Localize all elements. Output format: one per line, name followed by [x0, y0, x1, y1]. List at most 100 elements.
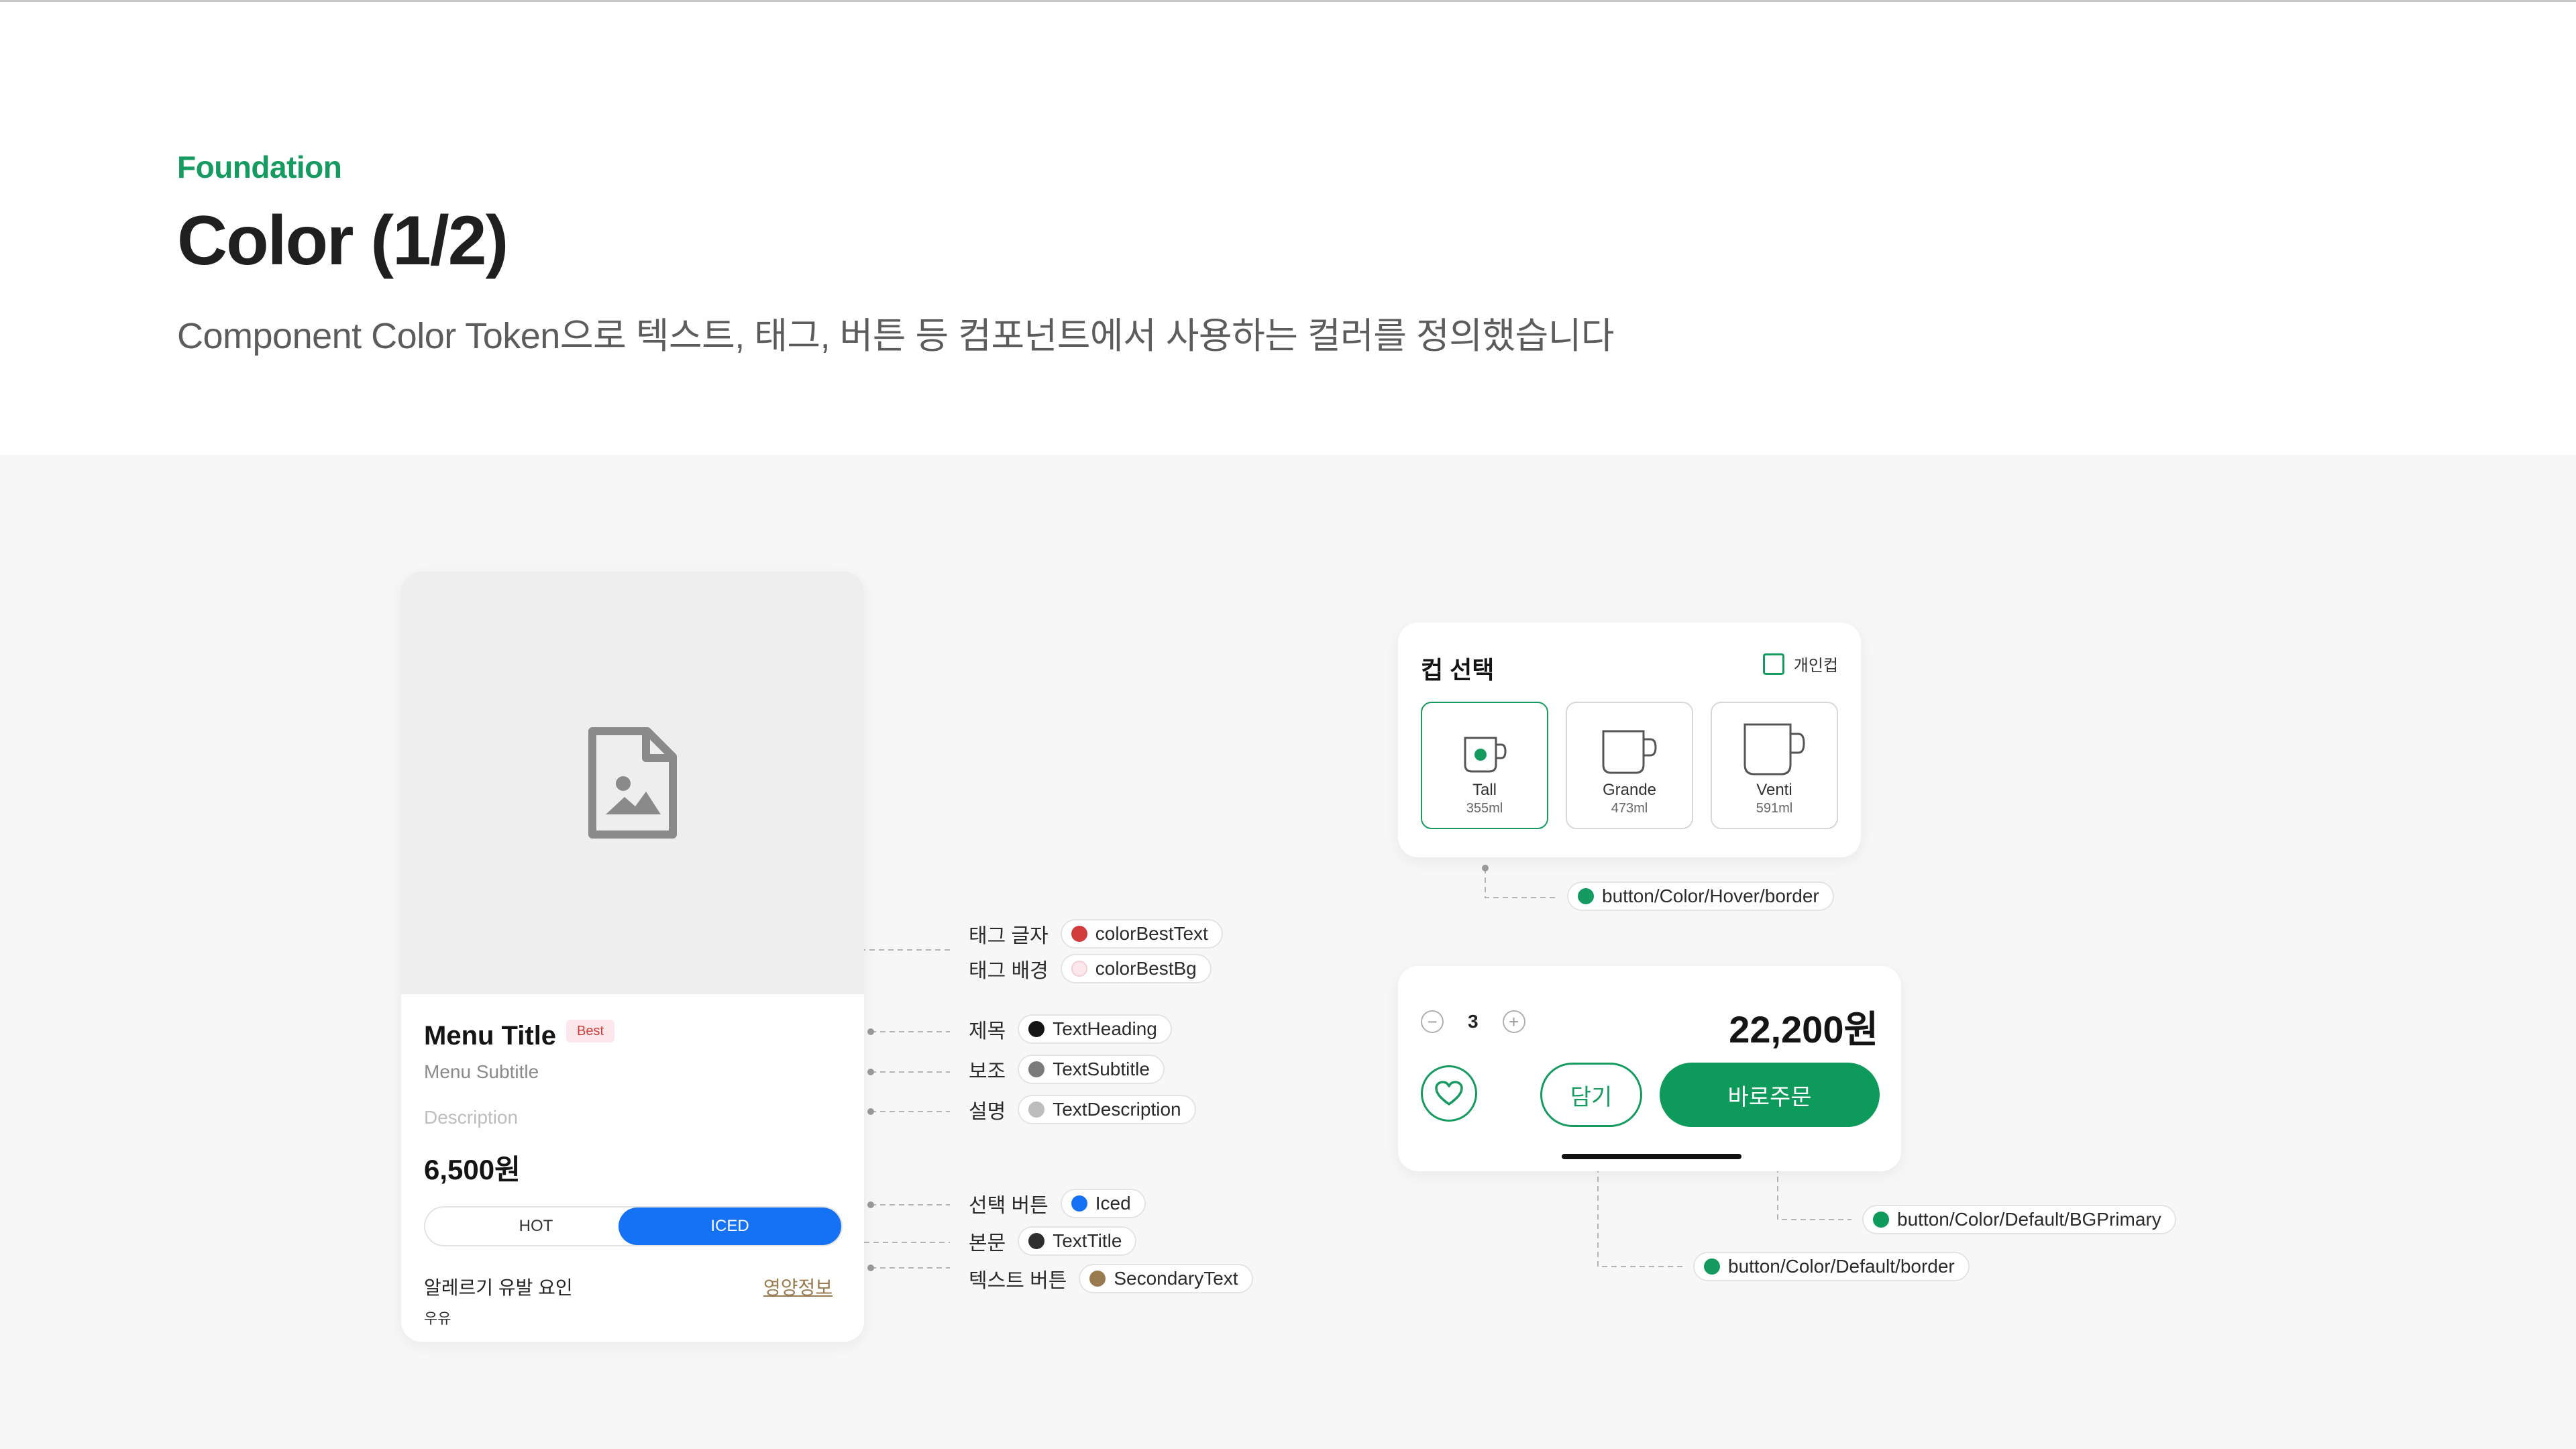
- design-spec-page: Foundation Color (1/2) Component Color T…: [0, 0, 2576, 1449]
- personal-cup-label: 개인컵: [1793, 657, 1838, 675]
- annotation-label: 본문: [969, 1232, 1006, 1254]
- nutrition-link[interactable]: 영양정보: [763, 1273, 833, 1300]
- color-swatch: [1028, 1233, 1045, 1249]
- color-swatch: [1071, 1195, 1087, 1212]
- menu-price: 6,500원: [424, 1154, 521, 1185]
- minus-icon[interactable]: −: [1421, 1010, 1444, 1033]
- page-title: Color (1/2): [177, 202, 508, 280]
- token-pill: colorBestBg: [1060, 954, 1212, 983]
- token-pill: colorBestText: [1060, 919, 1223, 949]
- page-subtitle: Component Color Token으로 텍스트, 태그, 버튼 등 컴포…: [177, 316, 1615, 356]
- token-name: TextDescription: [1053, 1099, 1181, 1120]
- personal-cup-option[interactable]: 개인컵: [1762, 652, 1838, 676]
- cup-icon: [1743, 723, 1805, 775]
- token-name: TextHeading: [1053, 1018, 1157, 1039]
- home-indicator: [1562, 1154, 1741, 1159]
- token-pill: button/Color/Hover/border: [1567, 881, 1834, 911]
- menu-subtitle: Menu Subtitle: [424, 1061, 539, 1082]
- heart-icon: [1435, 1081, 1463, 1106]
- allergy-value: 우유: [424, 1310, 451, 1327]
- annotation-text-button: 텍스트 버튼 SecondaryText: [969, 1263, 1253, 1295]
- annotation-label: 태그 글자: [969, 925, 1049, 947]
- color-swatch: [1089, 1271, 1106, 1287]
- cup-option-tall[interactable]: Tall 355ml: [1421, 702, 1548, 829]
- cup-option-venti[interactable]: Venti 591ml: [1711, 702, 1838, 829]
- annotation-body: 본문 TextTitle: [969, 1225, 1137, 1257]
- menu-card[interactable]: Menu Title Best Menu Subtitle Descriptio…: [401, 572, 864, 1342]
- temperature-toggle[interactable]: HOT ICED: [424, 1206, 843, 1246]
- token-name: TextSubtitle: [1053, 1059, 1150, 1079]
- annotation-label: 보조: [969, 1061, 1006, 1083]
- token-pill: Iced: [1060, 1189, 1146, 1218]
- annotation-label: 태그 배경: [969, 960, 1049, 982]
- token-pill: TextSubtitle: [1018, 1055, 1165, 1084]
- order-price: 22,200원: [1729, 1008, 1878, 1051]
- annotation-tag-text: 태그 글자 colorBestText: [969, 918, 1223, 950]
- cup-name: Venti: [1756, 781, 1792, 799]
- color-swatch: [1071, 961, 1087, 977]
- top-divider: [0, 0, 2576, 2]
- personal-cup-checkbox[interactable]: [1762, 653, 1784, 675]
- cup-volume: 473ml: [1611, 801, 1648, 816]
- menu-image-placeholder: [401, 572, 864, 994]
- order-card: − 3 + 22,200원 담기 바로주문: [1398, 966, 1901, 1171]
- token-name: colorBestText: [1095, 923, 1208, 944]
- spec-canvas: [0, 455, 2576, 1449]
- toggle-iced[interactable]: ICED: [619, 1208, 841, 1245]
- annotation-label: 텍스트 버튼: [969, 1270, 1067, 1292]
- token-name: TextTitle: [1053, 1230, 1122, 1251]
- color-swatch: [1704, 1258, 1720, 1275]
- cup-volume: 355ml: [1466, 801, 1503, 816]
- allergy-label: 알레르기 유발 요인: [424, 1277, 573, 1298]
- favorite-button[interactable]: [1421, 1065, 1477, 1122]
- token-name: Iced: [1095, 1193, 1131, 1214]
- color-swatch: [1028, 1021, 1045, 1037]
- token-pill: button/Color/Default/border: [1693, 1252, 1970, 1281]
- annotation-description: 설명 TextDescription: [969, 1093, 1196, 1126]
- best-tag: Best: [566, 1020, 615, 1042]
- annotation-hover-border: button/Color/Hover/border: [1567, 880, 1834, 912]
- annotation-default-border: button/Color/Default/border: [1693, 1250, 1970, 1283]
- image-file-icon: [588, 727, 677, 839]
- token-pill: TextHeading: [1018, 1014, 1172, 1044]
- token-pill: TextTitle: [1018, 1226, 1137, 1256]
- token-pill: SecondaryText: [1079, 1264, 1253, 1293]
- order-now-button[interactable]: 바로주문: [1660, 1063, 1880, 1127]
- annotation-subtitle: 보조 TextSubtitle: [969, 1053, 1165, 1085]
- section-eyebrow: Foundation: [177, 150, 342, 184]
- token-pill: button/Color/Default/BGPrimary: [1862, 1205, 2176, 1234]
- color-swatch: [1028, 1102, 1045, 1118]
- cup-icon: [1464, 737, 1507, 773]
- plus-icon[interactable]: +: [1502, 1010, 1525, 1033]
- annotation-label: 제목: [969, 1020, 1006, 1042]
- cup-select-card: 컵 선택 개인컵 Tall 355ml Grande 473ml Venti 5…: [1398, 623, 1861, 857]
- cup-name: Grande: [1602, 781, 1657, 799]
- cup-name: Tall: [1472, 781, 1497, 799]
- cup-option-grande[interactable]: Grande 473ml: [1566, 702, 1693, 829]
- color-swatch: [1873, 1212, 1889, 1228]
- color-swatch: [1028, 1061, 1045, 1077]
- cup-select-title: 컵 선택: [1421, 656, 1495, 684]
- annotation-bg-primary: button/Color/Default/BGPrimary: [1862, 1203, 2176, 1236]
- cup-icon: [1602, 730, 1657, 774]
- add-to-cart-button[interactable]: 담기: [1540, 1063, 1642, 1127]
- token-name: button/Color/Hover/border: [1602, 885, 1819, 906]
- annotation-label: 선택 버튼: [969, 1195, 1049, 1217]
- annotation-label: 설명: [969, 1101, 1006, 1123]
- token-name: button/Color/Default/BGPrimary: [1897, 1209, 2161, 1230]
- toggle-hot[interactable]: HOT: [425, 1208, 647, 1245]
- quantity-stepper[interactable]: − 3 +: [1421, 1010, 1525, 1033]
- annotation-heading: 제목 TextHeading: [969, 1013, 1172, 1045]
- token-name: SecondaryText: [1114, 1268, 1238, 1289]
- menu-description: Description: [424, 1107, 519, 1128]
- color-swatch: [1071, 926, 1087, 942]
- annotation-selected-button: 선택 버튼 Iced: [969, 1187, 1146, 1220]
- annotation-tag-bg: 태그 배경 colorBestBg: [969, 953, 1212, 985]
- token-pill: TextDescription: [1018, 1095, 1196, 1124]
- token-name: button/Color/Default/border: [1728, 1256, 1955, 1277]
- cup-volume: 591ml: [1756, 801, 1793, 816]
- menu-title: Menu Title: [424, 1021, 557, 1051]
- token-name: colorBestBg: [1095, 958, 1197, 979]
- quantity-value: 3: [1468, 1011, 1479, 1032]
- color-swatch: [1578, 888, 1594, 904]
